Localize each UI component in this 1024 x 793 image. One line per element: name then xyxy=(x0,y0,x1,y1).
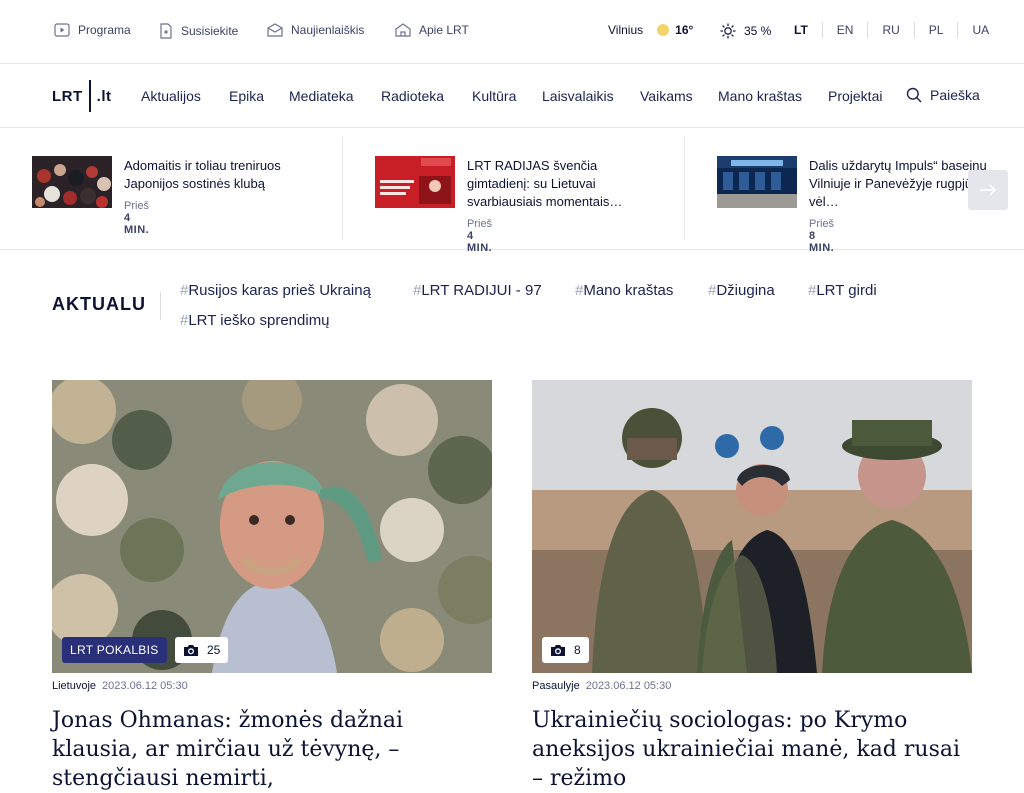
article-headline[interactable]: Jonas Ohmanas: žmonės dažnai klausia, ar… xyxy=(52,706,492,793)
search-label: Paieška xyxy=(930,87,980,103)
logo-domain: .lt xyxy=(96,87,112,105)
utility-label: Programa xyxy=(78,23,131,37)
envelope-icon xyxy=(267,23,283,37)
nav-item-mano-krastas[interactable]: Mano kraštas xyxy=(718,88,802,104)
humidity-widget: 35 % xyxy=(720,23,771,39)
utility-link-susisiekite[interactable]: Susisiekite xyxy=(159,23,238,39)
ticker-time: Prieš 4 MIN. xyxy=(124,200,150,236)
photo-count-badge: 8 xyxy=(542,637,589,663)
nav-item-radioteka[interactable]: Radioteka xyxy=(381,88,444,104)
article-category[interactable]: Pasaulyje xyxy=(532,680,580,692)
play-icon xyxy=(54,23,70,37)
article-headline[interactable]: Ukrainiečių sociologas: po Krymo aneksij… xyxy=(532,706,972,793)
home-icon xyxy=(395,23,411,37)
category-badge[interactable]: LRT POKALBIS xyxy=(62,637,167,663)
utility-link-apie-lrt[interactable]: Apie LRT xyxy=(395,23,469,37)
utility-bar: Programa Susisiekite Naujienlaiškis Apie… xyxy=(0,0,1024,64)
article-meta: Pasaulyje 2023.06.12 05:30 xyxy=(532,680,671,692)
main-nav: LRT .lt Aktualijos Epika Mediateka Radio… xyxy=(0,64,1024,128)
nav-item-vaikams[interactable]: Vaikams xyxy=(640,88,693,104)
lang-pl[interactable]: PL xyxy=(913,22,958,38)
nav-item-laisvalaikis[interactable]: Laisvalaikis xyxy=(542,88,614,104)
utility-label: Apie LRT xyxy=(419,23,469,37)
ticker-time: Prieš 4 MIN. xyxy=(467,218,493,254)
tag-link[interactable]: #Mano kraštas xyxy=(575,282,673,299)
arrow-right-icon xyxy=(980,184,997,196)
sun-icon xyxy=(657,24,670,36)
logo-text: LRT xyxy=(52,87,83,105)
lang-lt[interactable]: LT xyxy=(780,22,822,38)
utility-link-naujienlaiskis[interactable]: Naujienlaiškis xyxy=(267,23,364,37)
aktualu-divider xyxy=(160,292,161,320)
nav-item-mediateka[interactable]: Mediateka xyxy=(289,88,354,104)
utility-label: Susisiekite xyxy=(181,24,239,38)
article-category[interactable]: Lietuvoje xyxy=(52,680,96,692)
ticker-title: Adomaitis ir toliau treniruos Japonijos … xyxy=(124,158,281,191)
search-icon xyxy=(906,87,922,103)
language-switcher: LT EN RU PL UA xyxy=(780,22,1003,38)
nav-item-kultura[interactable]: Kultūra xyxy=(472,88,516,104)
article-image xyxy=(52,380,492,673)
ticker-thumbnail xyxy=(717,156,797,208)
tag-link[interactable]: #LRT ieško sprendimų xyxy=(180,312,330,329)
logo-bar xyxy=(88,80,91,112)
utility-label: Naujienlaiškis xyxy=(291,23,365,37)
article-meta: Lietuvoje 2023.06.12 05:30 xyxy=(52,680,188,692)
news-ticker: Adomaitis ir toliau treniruos Japonijos … xyxy=(0,128,1024,254)
ticker-divider xyxy=(684,136,685,240)
tag-link[interactable]: #LRT girdi xyxy=(808,282,877,299)
utility-link-programa[interactable]: Programa xyxy=(54,23,131,37)
ticker-title: Dalis uždarytų Impuls“ baseinų Vilniuje … xyxy=(809,158,987,209)
city-name: Vilnius xyxy=(608,23,644,37)
lang-ru[interactable]: RU xyxy=(867,22,913,38)
ticker-title: LRT RADIJAS švenčia gimtadienį: su Lietu… xyxy=(467,158,623,209)
ticker-thumbnail xyxy=(32,156,112,208)
weather-widget[interactable]: Vilnius 16° xyxy=(608,23,693,37)
article-date: 2023.06.12 05:30 xyxy=(102,680,188,692)
lang-ua[interactable]: UA xyxy=(957,22,1003,38)
nav-item-projektai[interactable]: Projektai xyxy=(828,88,882,104)
photo-count: 25 xyxy=(207,643,221,657)
ticker-time: Prieš 8 MIN. xyxy=(809,218,835,254)
aktualu-heading: AKTUALU xyxy=(52,294,146,314)
ticker-thumbnail xyxy=(375,156,455,208)
brightness-icon xyxy=(720,23,736,39)
temperature: 16° xyxy=(675,23,694,37)
camera-icon xyxy=(551,644,565,656)
search-button[interactable]: Paieška xyxy=(906,87,980,103)
ticker-next-button[interactable] xyxy=(968,170,1008,210)
tag-link[interactable]: #Džiugina xyxy=(708,282,775,299)
lang-en[interactable]: EN xyxy=(821,22,868,38)
humidity-value: 35 % xyxy=(744,24,772,38)
tag-link[interactable]: #Rusijos karas prieš Ukrainą xyxy=(180,282,371,299)
lrt-logo[interactable]: LRT .lt xyxy=(52,80,114,112)
document-icon xyxy=(160,23,172,39)
nav-item-aktualijos[interactable]: Aktualijos xyxy=(141,88,201,104)
nav-item-epika[interactable]: Epika xyxy=(229,88,264,104)
tag-link[interactable]: #LRT RADIJUI - 97 xyxy=(413,282,542,299)
photo-count: 8 xyxy=(574,643,581,657)
camera-icon xyxy=(184,644,198,656)
article-date: 2023.06.12 05:30 xyxy=(585,680,672,692)
photo-count-badge: 25 xyxy=(175,637,229,663)
ticker-divider xyxy=(342,136,343,240)
article-image xyxy=(532,380,972,673)
